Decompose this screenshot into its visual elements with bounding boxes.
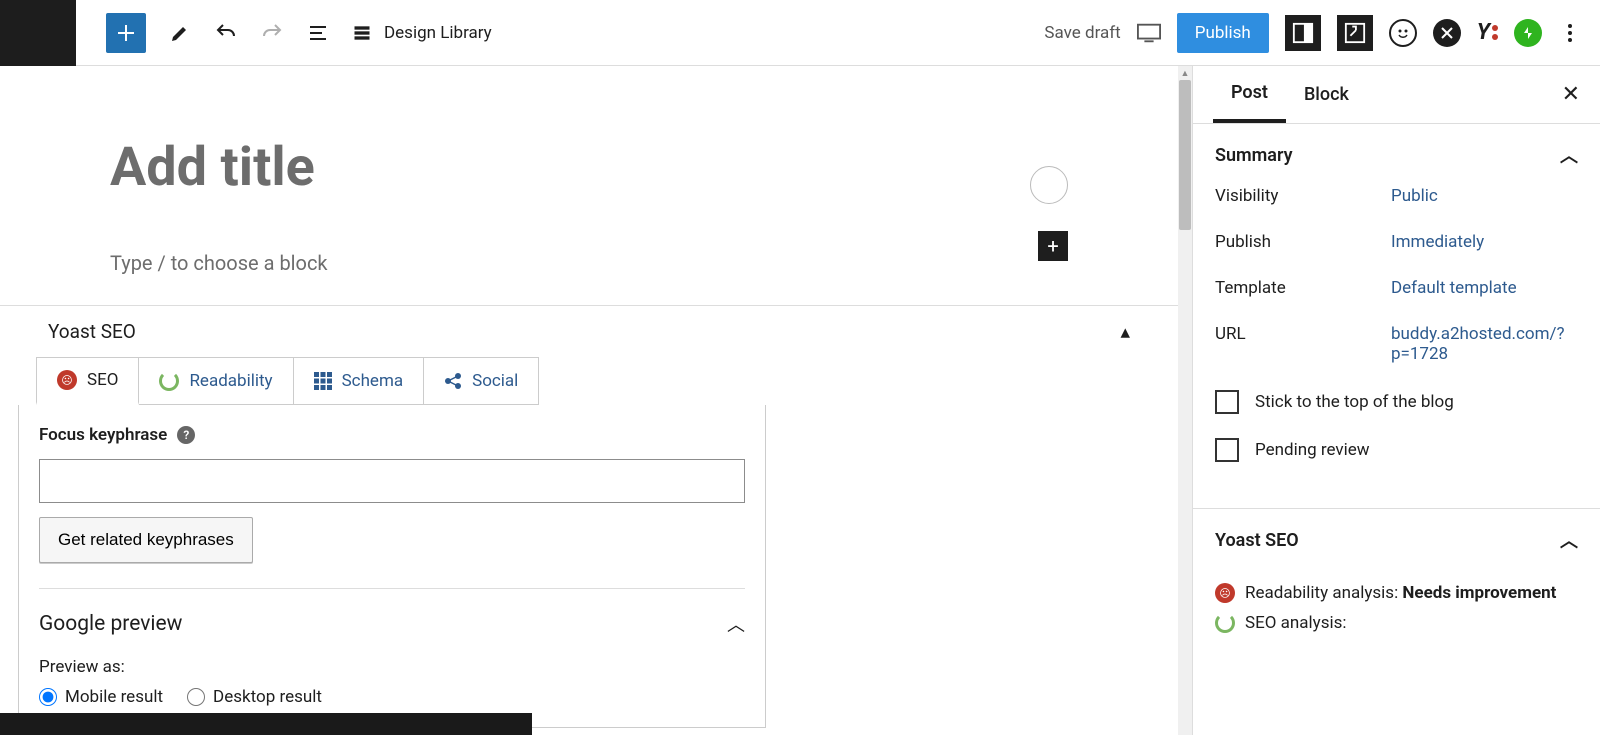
related-keyphrases-button[interactable]: Get related keyphrases xyxy=(39,517,253,563)
external-icon[interactable] xyxy=(1337,15,1373,51)
edit-icon[interactable] xyxy=(168,21,192,45)
add-block-inline-button[interactable]: + xyxy=(1038,231,1068,261)
add-block-button[interactable] xyxy=(106,13,146,53)
google-preview-heading: Google preview xyxy=(39,612,182,636)
more-options-icon[interactable] xyxy=(1558,21,1582,45)
tab-block[interactable]: Block xyxy=(1286,68,1367,121)
save-draft-button[interactable]: Save draft xyxy=(1044,23,1120,43)
stick-checkbox-row[interactable]: Stick to the top of the blog xyxy=(1215,390,1578,414)
checkbox-icon[interactable] xyxy=(1215,438,1239,462)
plus-icon xyxy=(114,21,138,45)
bad-face-icon: ☹ xyxy=(1215,583,1235,603)
block-prompt[interactable]: Type / to choose a block xyxy=(110,251,1068,275)
editor-scrollbar[interactable]: ▲ xyxy=(1178,66,1192,735)
scroll-up-icon[interactable]: ▲ xyxy=(1178,66,1192,80)
jetpack-icon[interactable] xyxy=(1514,19,1542,47)
chevron-up-icon[interactable]: ︿ xyxy=(727,611,745,637)
preview-as-label: Preview as: xyxy=(39,657,745,677)
bad-face-icon: ☹ xyxy=(57,370,77,390)
sidebar-toggle-icon[interactable] xyxy=(1285,15,1321,51)
mobile-result-radio[interactable]: Mobile result xyxy=(39,687,163,707)
yoast-metabox-title: Yoast SEO xyxy=(48,320,136,343)
spinner-icon xyxy=(159,371,179,391)
yoast-tab-schema[interactable]: Schema xyxy=(294,357,425,405)
post-title-input[interactable]: Add title xyxy=(110,136,1068,199)
publish-button[interactable]: Publish xyxy=(1177,13,1269,53)
spinner-icon xyxy=(1215,613,1235,633)
redo-icon[interactable] xyxy=(260,21,284,45)
publish-label: Publish xyxy=(1215,232,1391,252)
url-label: URL xyxy=(1215,324,1391,364)
yoast-tab-seo[interactable]: ☹ SEO xyxy=(36,357,139,405)
desktop-result-radio[interactable]: Desktop result xyxy=(187,687,322,707)
visibility-label: Visibility xyxy=(1215,186,1391,206)
design-library-button[interactable]: Design Library xyxy=(352,23,492,43)
preview-icon[interactable] xyxy=(1137,21,1161,45)
scroll-thumb[interactable] xyxy=(1179,80,1191,230)
focus-keyphrase-input[interactable] xyxy=(39,459,745,503)
visibility-value[interactable]: Public xyxy=(1391,186,1438,206)
yoast-metabox-header[interactable]: Yoast SEO ▴ xyxy=(0,305,1178,357)
plugin-icon-2[interactable] xyxy=(1433,19,1461,47)
list-view-icon[interactable] xyxy=(306,21,330,45)
taskbar-overlay xyxy=(0,713,532,735)
undo-icon[interactable] xyxy=(214,21,238,45)
collapse-icon: ▴ xyxy=(1120,320,1130,343)
chevron-up-icon: ︿ xyxy=(1560,527,1578,553)
yoast-icon[interactable]: Y xyxy=(1477,20,1498,45)
template-value[interactable]: Default template xyxy=(1391,278,1517,298)
url-value[interactable]: buddy.a2hosted.com/?p=1728 xyxy=(1391,324,1561,364)
template-label: Template xyxy=(1215,278,1391,298)
pending-checkbox-row[interactable]: Pending review xyxy=(1215,438,1578,462)
seo-analysis-label: SEO analysis: xyxy=(1245,613,1347,633)
share-icon xyxy=(444,372,462,390)
yoast-tab-social[interactable]: Social xyxy=(424,357,539,405)
help-icon[interactable]: ? xyxy=(177,426,195,444)
yoast-sidebar-header[interactable]: Yoast SEO ︿ xyxy=(1193,509,1600,571)
tab-post[interactable]: Post xyxy=(1213,66,1286,123)
yoast-tab-readability[interactable]: Readability xyxy=(139,357,293,405)
plugin-icon-1[interactable] xyxy=(1389,19,1417,47)
wp-logo[interactable] xyxy=(0,0,76,66)
avatar-placeholder xyxy=(1030,166,1068,204)
schema-icon xyxy=(314,372,332,390)
checkbox-icon[interactable] xyxy=(1215,390,1239,414)
focus-keyphrase-label: Focus keyphrase xyxy=(39,425,167,445)
publish-value[interactable]: Immediately xyxy=(1391,232,1484,252)
close-sidebar-button[interactable]: ✕ xyxy=(1562,82,1580,107)
design-library-label: Design Library xyxy=(384,23,492,43)
readability-status: Needs improvement xyxy=(1402,583,1556,603)
design-library-icon xyxy=(352,23,372,43)
summary-section-header[interactable]: Summary ︿ xyxy=(1193,124,1600,186)
chevron-up-icon: ︿ xyxy=(1560,142,1578,168)
